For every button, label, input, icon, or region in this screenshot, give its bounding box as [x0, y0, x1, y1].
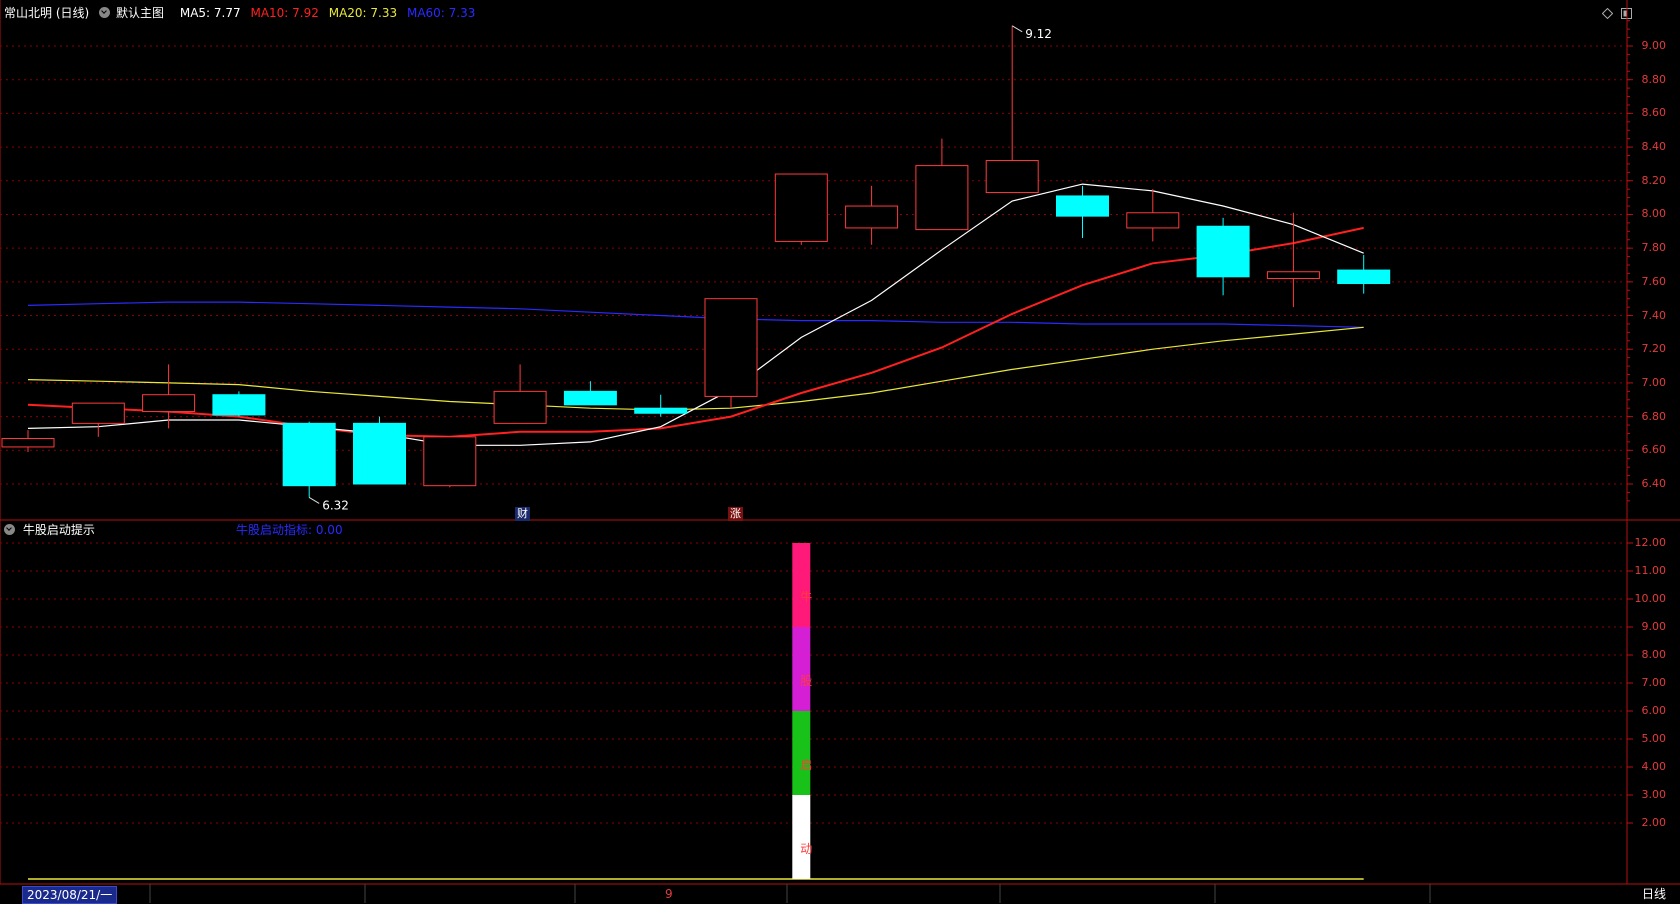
candle-body-up [985, 160, 1039, 194]
indicator-tick-label: 5.00 [1641, 732, 1667, 745]
candle-body-up [423, 436, 477, 487]
candle-body-up [915, 165, 969, 231]
high-label: 9.12 [1025, 27, 1052, 41]
indicator-title[interactable]: 牛股启动提示 [23, 523, 95, 537]
indicator-bar-segment [792, 627, 811, 711]
candle-body-up [704, 298, 758, 397]
candle-body-up [774, 173, 828, 242]
candle-body-up [142, 394, 196, 413]
indicator-tick-label: 4.00 [1641, 760, 1667, 773]
price-tick-label: 9.00 [1641, 39, 1667, 52]
high-pointer [1011, 25, 1023, 33]
candle-body-up [845, 205, 899, 229]
indicator-bar-segment [792, 711, 811, 795]
indicator-tick-label: 12.00 [1634, 536, 1667, 549]
financial-report-tag[interactable]: 财 [515, 507, 530, 521]
date-readout: 2023/08/21/一 [22, 886, 118, 904]
low-pointer [308, 497, 320, 504]
indicator-tick-label: 7.00 [1641, 676, 1667, 689]
candle-body-down [1056, 195, 1109, 217]
price-tick-label: 8.60 [1641, 106, 1667, 120]
price-tick-label: 8.00 [1641, 207, 1667, 221]
indicator-tick-label: 10.00 [1634, 592, 1667, 605]
price-tick-label: 8.20 [1641, 173, 1667, 187]
low-label: 6.32 [322, 498, 349, 512]
candle-body-down [282, 422, 336, 487]
candle-body-up [1, 438, 55, 448]
indicator-bar-char: 动 [800, 842, 812, 856]
indicator-tick-label: 8.00 [1641, 648, 1667, 661]
chevron-down-icon[interactable] [4, 524, 15, 535]
price-tick-label: 7.60 [1641, 274, 1667, 288]
candle-body-down [212, 394, 266, 416]
ma60-line [27, 301, 1364, 328]
indicator-bar-char: 启 [800, 758, 812, 772]
price-tick-label: 7.40 [1641, 308, 1667, 322]
candle-body-down [634, 407, 688, 414]
price-tick-label: 6.80 [1641, 409, 1667, 423]
indicator-value-label: 牛股启动指标: 0.00 [236, 523, 343, 537]
indicator-bar-segment [792, 795, 811, 879]
indicator-tick-label: 2.00 [1641, 816, 1667, 829]
price-tick-label: 6.60 [1641, 443, 1667, 457]
indicator-bar-char: 股 [800, 674, 812, 688]
limit-up-tag[interactable]: 涨 [728, 507, 743, 521]
candle-body-down [1196, 225, 1250, 278]
price-tick-label: 8.40 [1641, 140, 1667, 154]
candle-body-up [71, 402, 125, 424]
candle-body-up [493, 390, 547, 424]
price-tick-label: 7.80 [1641, 241, 1667, 255]
indicator-header: 牛股启动提示 [4, 522, 95, 538]
candle-body-down [353, 422, 406, 485]
price-tick-label: 7.20 [1641, 342, 1667, 356]
price-tick-label: 8.80 [1641, 72, 1667, 86]
price-tick-label: 6.40 [1641, 477, 1667, 490]
candle-body-down [563, 390, 617, 406]
indicator-tick-label: 3.00 [1641, 788, 1667, 801]
footer-marker: 9 [665, 887, 673, 901]
indicator-tick-label: 9.00 [1641, 620, 1667, 633]
indicator-tick-label: 6.00 [1641, 704, 1667, 717]
indicator-tick-label: 11.00 [1634, 564, 1667, 577]
candle-body-down [1337, 269, 1391, 285]
indicator-bar-segment [792, 543, 811, 627]
candle-body-up [1126, 212, 1180, 229]
indicator-bar-char: 牛 [800, 589, 812, 604]
candle-body-up [1266, 271, 1320, 279]
candlestick-chart[interactable]: 9.12 6.32 动 启 股 牛 [0, 0, 1680, 903]
period-label[interactable]: 日线 [1642, 886, 1666, 902]
price-tick-label: 7.00 [1641, 375, 1667, 389]
